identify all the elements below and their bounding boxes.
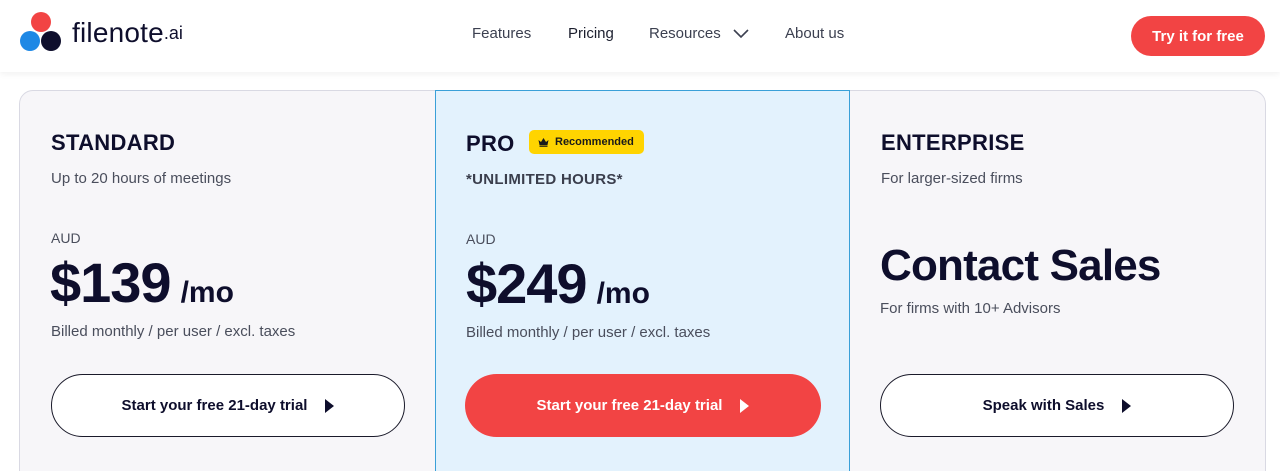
- contact-sales-heading: Contact Sales: [880, 241, 1161, 290]
- play-icon: [1122, 398, 1132, 413]
- plan-subtitle: Up to 20 hours of meetings: [51, 170, 232, 187]
- crown-icon: [538, 138, 549, 147]
- plan-name: PRO: [466, 131, 515, 156]
- button-label: Start your free 21-day trial: [121, 397, 308, 414]
- plan-price: $139: [50, 251, 172, 314]
- try-free-button[interactable]: Try it for free: [1131, 16, 1265, 56]
- plan-subtitle: For larger-sized firms: [881, 170, 1023, 187]
- nav-resources[interactable]: Resources: [649, 25, 721, 42]
- plan-subtitle: *UNLIMITED HOURS*: [466, 171, 623, 188]
- price-row: $249 /mo: [466, 251, 650, 316]
- billing-note: Billed monthly / per user / excl. taxes: [466, 324, 711, 341]
- chevron-down-icon[interactable]: [733, 29, 749, 39]
- nav-features[interactable]: Features: [472, 25, 531, 42]
- start-trial-pro-button[interactable]: Start your free 21-day trial: [465, 374, 821, 437]
- enterprise-note: For firms with 10+ Advisors: [880, 300, 1061, 317]
- plan-period: /mo: [180, 276, 234, 309]
- plan-period: /mo: [596, 277, 650, 310]
- plan-card-enterprise: ENTERPRISE For larger-sized firms Contac…: [850, 90, 1265, 471]
- button-label: Start your free 21-day trial: [536, 397, 723, 414]
- site-header: filenote .ai Features Pricing Resources A…: [0, 0, 1280, 72]
- start-trial-standard-button[interactable]: Start your free 21-day trial: [51, 374, 405, 437]
- play-icon: [325, 398, 335, 413]
- recommended-badge: Recommended: [529, 130, 644, 154]
- plan-name: STANDARD: [51, 130, 176, 155]
- plan-card-pro: PRO Recommended *UNLIMITED HOURS* AUD $2…: [435, 90, 850, 471]
- nav-pricing[interactable]: Pricing: [568, 25, 614, 42]
- price-row: $139 /mo: [50, 250, 234, 315]
- plan-currency: AUD: [51, 230, 81, 246]
- billing-note: Billed monthly / per user / excl. taxes: [51, 323, 296, 340]
- speak-with-sales-button[interactable]: Speak with Sales: [880, 374, 1234, 437]
- play-icon: [740, 398, 750, 413]
- logo[interactable]: filenote .ai: [20, 12, 183, 54]
- logo-suffix: .ai: [163, 22, 183, 43]
- plan-price: $249: [466, 252, 588, 315]
- plan-currency: AUD: [466, 231, 496, 247]
- badge-label: Recommended: [555, 136, 634, 148]
- plan-card-standard: STANDARD Up to 20 hours of meetings AUD …: [20, 90, 435, 471]
- button-label: Speak with Sales: [982, 397, 1105, 414]
- logo-text: filenote: [72, 17, 164, 48]
- nav-about-us[interactable]: About us: [785, 25, 844, 42]
- plan-name: ENTERPRISE: [881, 130, 1025, 155]
- logo-mark-icon: [20, 12, 68, 54]
